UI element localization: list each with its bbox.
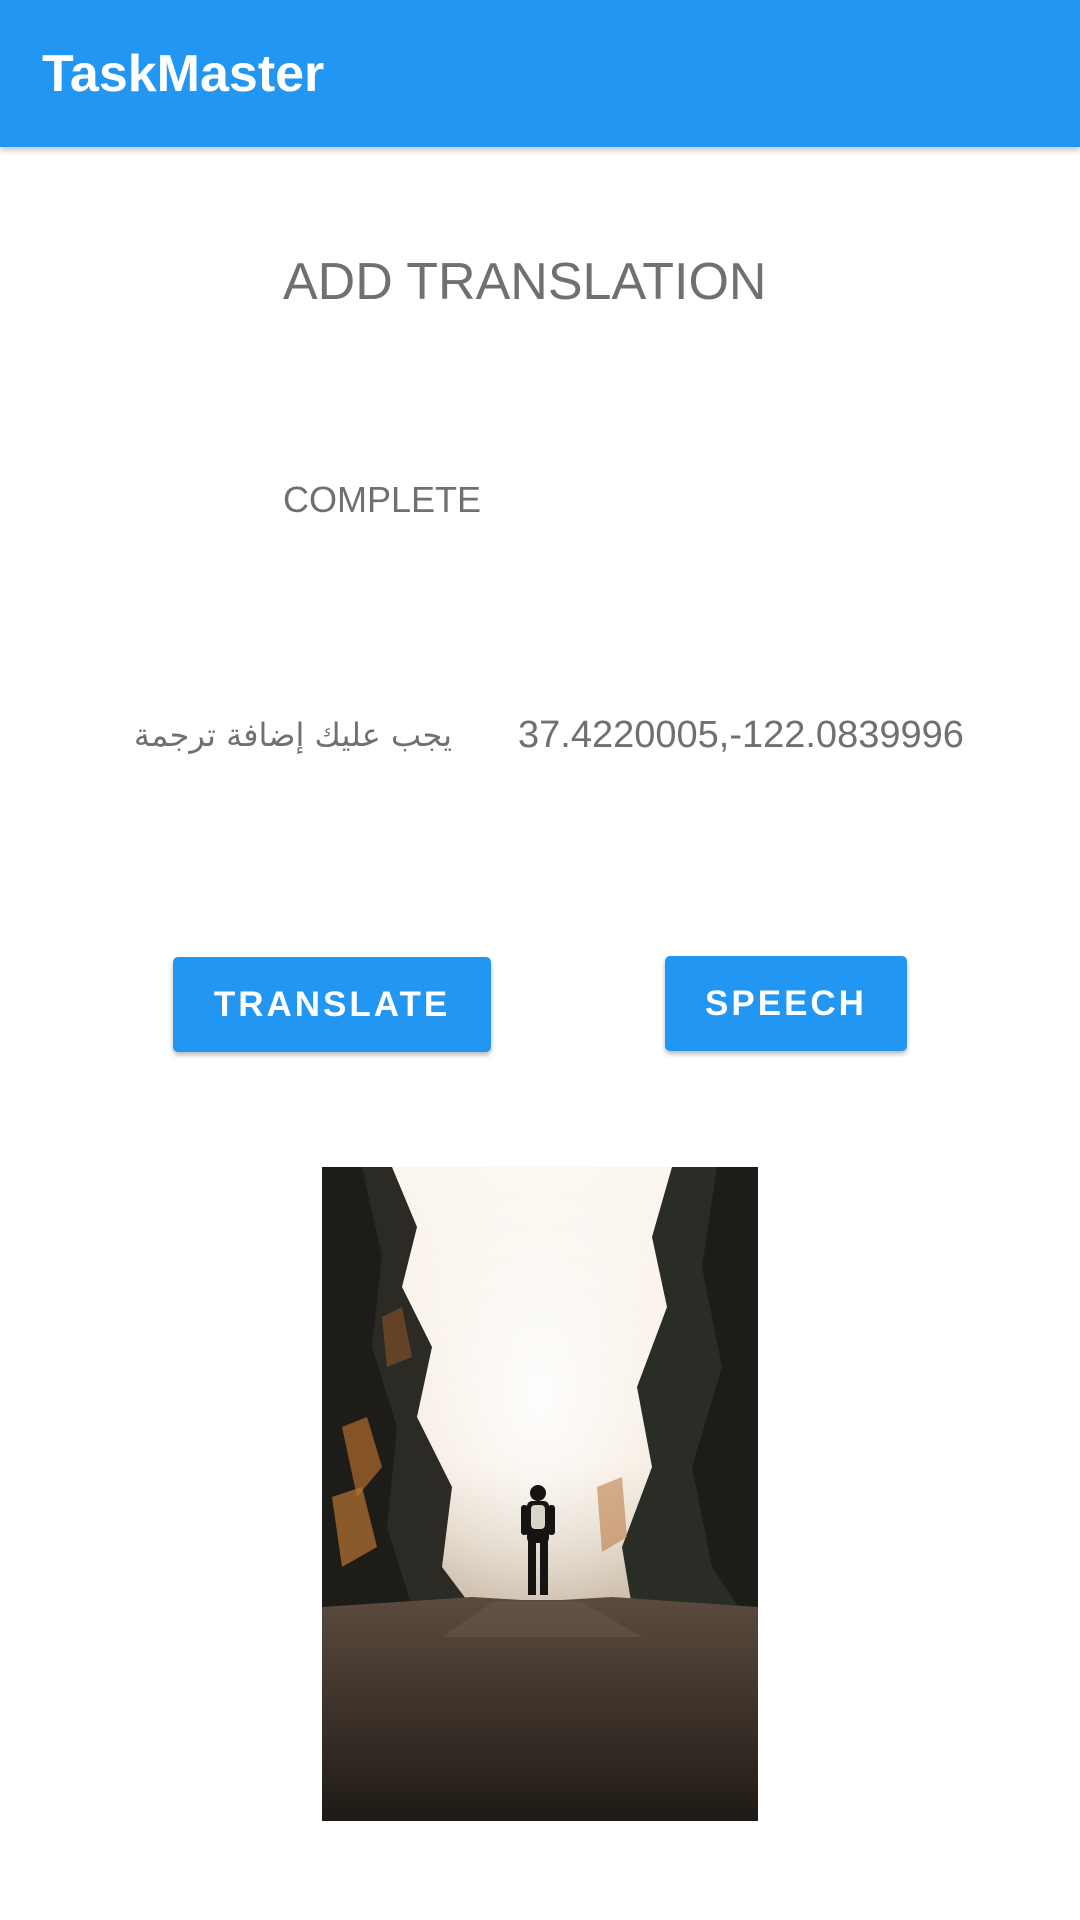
translation-message: يجب عليك إضافة ترجمة — [133, 716, 452, 754]
status-text: COMPLETE — [283, 479, 482, 520]
speech-button[interactable]: SPEECH — [665, 956, 907, 1051]
app-bar: TaskMaster — [0, 0, 1080, 147]
forest-photo-image — [322, 1167, 758, 1821]
forest-photo — [322, 1167, 758, 1821]
translate-button[interactable]: TRANSLATE — [173, 957, 491, 1052]
app-title: TaskMaster — [42, 45, 325, 103]
page-heading: ADD TRANSLATION — [283, 253, 767, 311]
location-coordinates: 37.4220005,-122.0839996 — [518, 714, 964, 756]
